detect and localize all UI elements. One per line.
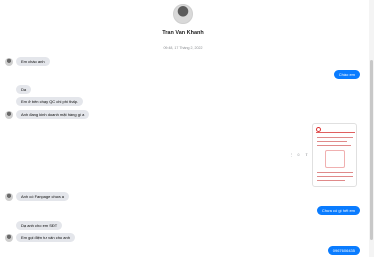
incoming-message[interactable]: Da [16, 85, 32, 94]
document-header [316, 127, 355, 133]
document-line [317, 176, 353, 177]
document-stamp [325, 150, 345, 168]
sender-avatar[interactable] [5, 111, 13, 119]
document-logo [316, 127, 321, 132]
sender-avatar[interactable] [5, 193, 13, 201]
contact-name[interactable]: Tran Van Khanh [0, 30, 366, 36]
image-attachment[interactable] [312, 123, 357, 187]
contact-avatar[interactable] [173, 4, 193, 24]
document-line [317, 141, 347, 142]
incoming-message[interactable]: Dạ anh cho em SĐT [16, 221, 63, 230]
share-icon[interactable]: ⇪ [304, 152, 309, 157]
scroll-thumb[interactable] [370, 60, 373, 240]
outgoing-message[interactable]: 0967606435 [327, 246, 360, 255]
sender-avatar[interactable] [5, 234, 13, 242]
outgoing-message[interactable]: Chào em [333, 70, 360, 79]
message-timestamp: 09:48, 17 Tháng 2, 2022 [163, 46, 203, 50]
incoming-message[interactable]: Em gọi điện tư vấn cho anh [16, 233, 75, 242]
incoming-message[interactable]: Em chào anh [16, 57, 50, 66]
reaction-icon[interactable]: ☺ [296, 152, 301, 157]
document-line [317, 145, 351, 146]
document-line [317, 180, 345, 181]
document-line [317, 137, 353, 138]
incoming-message[interactable]: Anh có Fanpage chưa a [16, 192, 69, 201]
sender-avatar[interactable] [5, 58, 13, 66]
incoming-message[interactable]: Em ở bên chạy QC chi phí thấp. [16, 97, 84, 106]
scrollbar[interactable] [369, 0, 374, 257]
conversation-header: Tran Van Khanh [0, 4, 366, 36]
message-actions-more-icon[interactable]: ⋮ [289, 152, 294, 157]
incoming-message[interactable]: Anh đang kinh doanh mặt hàng gì a [16, 110, 90, 119]
document-line [317, 172, 353, 173]
outgoing-message[interactable]: Chưa có gì hết em [316, 206, 360, 215]
